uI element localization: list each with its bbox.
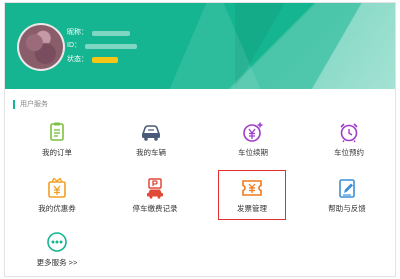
status-label: 状态： <box>67 56 88 63</box>
service-help-feedback[interactable]: 帮助与反馈 <box>307 177 387 214</box>
service-label: 车位预约 <box>334 148 364 157</box>
section-header: 用户服务 <box>13 99 48 109</box>
edit-note-icon <box>339 179 355 198</box>
status-badge <box>92 57 118 63</box>
alarm-clock-icon <box>340 123 358 143</box>
service-parking-fee-records[interactable]: 停车缴费记录 <box>115 177 195 214</box>
id-label: ID： <box>67 42 81 49</box>
service-my-coupons[interactable]: 我的优惠券 <box>17 177 97 214</box>
service-label: 车位续期 <box>238 148 268 157</box>
service-my-vehicles[interactable]: 我的车辆 <box>111 121 191 158</box>
nickname-value-masked <box>92 30 130 36</box>
yen-plus-icon <box>243 122 263 142</box>
service-label: 我的订单 <box>42 148 72 157</box>
clipboard-icon <box>50 122 64 141</box>
service-label: 帮助与反馈 <box>328 204 366 213</box>
app-frame: 昵称： ID： 状态： 用户服务 我的订单 我的车辆 车位续期 车位预约 我的优… <box>4 2 396 277</box>
nickname-label: 昵称： <box>67 29 88 36</box>
car-icon <box>141 125 161 141</box>
id-value-masked <box>85 43 137 49</box>
service-label: 我的优惠券 <box>38 204 76 213</box>
service-my-orders[interactable]: 我的订单 <box>17 121 97 158</box>
service-more[interactable]: 更多服务 >> <box>17 231 97 268</box>
invoice-highlight-box <box>218 170 286 220</box>
service-label: 更多服务 >> <box>36 258 78 267</box>
more-dots-icon <box>47 232 67 252</box>
avatar[interactable] <box>17 23 65 71</box>
nickname-row: 昵称： <box>67 28 130 38</box>
coupon-icon <box>48 177 66 198</box>
parking-fee-icon <box>147 178 163 199</box>
section-accent-bar <box>13 99 15 109</box>
service-space-renewal[interactable]: 车位续期 <box>213 121 293 158</box>
status-row: 状态： <box>67 55 118 65</box>
section-title: 用户服务 <box>20 101 48 108</box>
service-space-reservation[interactable]: 车位预约 <box>309 121 389 158</box>
service-label: 停车缴费记录 <box>132 204 178 213</box>
user-header: 昵称： ID： 状态： <box>5 3 395 89</box>
service-label: 我的车辆 <box>136 148 166 157</box>
id-row: ID： <box>67 41 137 51</box>
